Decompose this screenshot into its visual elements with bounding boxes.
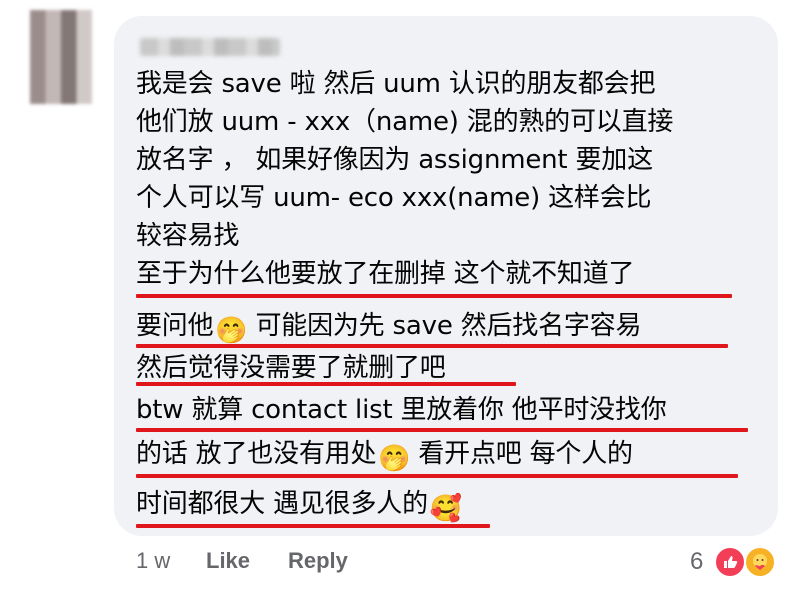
red-underline <box>136 382 516 386</box>
comment-line: btw 就算 contact list 里放着你 他平时没找你 <box>136 395 667 425</box>
comment-line: 较容易找 <box>136 221 240 251</box>
comment-text: 可能因为先 save 然后找名字容易 <box>255 311 642 341</box>
red-underline <box>136 474 738 478</box>
comment-text: 的话 放了也没有用处 <box>136 439 377 469</box>
avatar[interactable] <box>30 10 92 104</box>
comment-text: 看开点吧 每个人的 <box>418 439 633 469</box>
commenter-name-blurred[interactable] <box>140 38 280 56</box>
comment-text: 要问他 <box>136 311 214 341</box>
red-underline <box>136 428 748 432</box>
comment-text: 时间都很大 遇见很多人的 <box>136 489 428 519</box>
reaction-count[interactable]: 6 <box>690 548 703 576</box>
comment-line: 他们放 uum - xxx（name) 混的熟的可以直接 <box>136 107 674 137</box>
red-underline <box>136 294 732 298</box>
reply-button[interactable]: Reply <box>288 548 348 574</box>
comment-line-with-emoji: 要问他🤭 可能因为先 save 然后找名字容易 <box>136 308 641 346</box>
hand-over-mouth-emoji-icon: 🤭 <box>215 316 248 346</box>
like-button[interactable]: Like <box>206 548 250 574</box>
comment-line: 然后觉得没需要了就删了吧 <box>136 353 446 383</box>
red-underline <box>136 524 490 528</box>
care-reaction-icon[interactable] <box>744 546 776 578</box>
hand-over-mouth-emoji-icon: 🤭 <box>378 444 411 474</box>
thumbs-up-icon <box>724 556 738 568</box>
comment-line-with-emoji: 的话 放了也没有用处🤭 看开点吧 每个人的 <box>136 436 633 474</box>
comment-line-with-emoji: 时间都很大 遇见很多人的🥰 <box>136 486 462 524</box>
comment-line: 放名字 ， 如果好像因为 assignment 要加这 <box>136 145 653 175</box>
like-reaction-icon[interactable] <box>714 546 746 578</box>
comment-line: 个人可以写 uum- eco xxx(name) 这样会比 <box>136 183 652 213</box>
comment-timestamp[interactable]: 1 w <box>136 548 170 574</box>
care-face-icon <box>753 554 767 570</box>
smiling-face-with-hearts-emoji-icon: 🥰 <box>429 494 463 524</box>
red-underline <box>136 344 728 348</box>
comment-line: 至于为什么他要放了在删掉 这个就不知道了 <box>136 259 635 289</box>
comment-line: 我是会 save 啦 然后 uum 认识的朋友都会把 <box>136 69 656 99</box>
